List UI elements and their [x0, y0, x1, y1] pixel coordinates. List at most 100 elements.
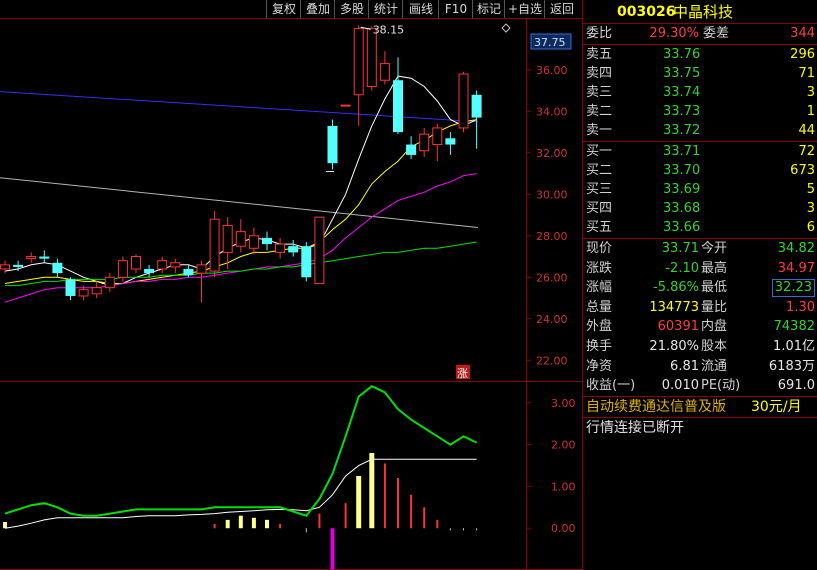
stat-label: 涨幅 [586, 280, 613, 296]
candle-body[interactable] [275, 243, 286, 253]
candle-body[interactable] [419, 133, 430, 152]
bid-volume: 6 [806, 220, 815, 235]
bid-row[interactable]: 买三 33.69 5 [583, 180, 817, 199]
candle-body[interactable] [26, 256, 37, 260]
candle-body[interactable] [340, 104, 351, 107]
bid-price: 33.71 [663, 144, 701, 159]
candle-body[interactable] [196, 264, 207, 274]
ask-row[interactable]: 卖二 33.73 1 [583, 102, 817, 121]
candle-body[interactable] [458, 73, 469, 129]
toolbar-fuquan-button[interactable]: 复权 [266, 0, 301, 18]
ask-label: 卖一 [586, 123, 613, 138]
ask-row[interactable]: 卖四 33.75 71 [583, 64, 817, 83]
toolbar-diejia-button[interactable]: 叠加 [300, 0, 335, 18]
candle-body[interactable] [144, 268, 155, 274]
ask-row[interactable]: 卖五 33.76 296 [583, 45, 817, 64]
promo-banner[interactable]: 自动续费通达信普及版 30元/月 [583, 397, 817, 417]
candle-body[interactable] [52, 262, 63, 274]
stat-value: 0.010 [661, 378, 699, 394]
price-tick-label: 34.00 [536, 105, 568, 118]
candle-body[interactable] [170, 262, 181, 268]
ask-volume: 71 [798, 66, 815, 81]
ask-price: 33.72 [663, 123, 701, 138]
stat-label: 外盘 [586, 319, 613, 335]
bid-volume: 3 [806, 201, 815, 216]
bid-row[interactable]: 买五 33.66 6 [583, 218, 817, 237]
candle-body[interactable] [13, 264, 24, 267]
candle-body[interactable] [235, 231, 246, 247]
weicha-value: 344 [790, 26, 815, 41]
promo-price[interactable]: 30元/月 [751, 397, 802, 417]
connection-status: 行情连接已断开 [586, 420, 684, 436]
candle-body[interactable] [445, 138, 456, 145]
toolbar-tongji-button[interactable]: 统计 [368, 0, 403, 18]
ask-label: 卖四 [586, 66, 613, 81]
candle-body[interactable] [209, 218, 220, 272]
indicator-bar [238, 515, 243, 529]
ma-line-ma5 [4, 75, 477, 287]
status-row: 行情连接已断开 [583, 418, 817, 438]
promo-text[interactable]: 自动续费通达信普及版 [586, 397, 726, 417]
high-price-label: 38.15 [373, 23, 405, 36]
stat-value: -2.10 [665, 260, 699, 276]
indicator-bar [225, 519, 230, 529]
indicator-bar [476, 528, 478, 531]
indicator-bar [356, 476, 362, 529]
price-tick-label: 26.00 [536, 271, 568, 284]
candle-body[interactable] [262, 237, 272, 245]
indicator-bar [265, 519, 269, 529]
diamond-icon[interactable] [501, 23, 511, 33]
candle-body[interactable] [104, 276, 115, 289]
kline-chart[interactable]: 22.00 24.00 26.00 28.00 30.00 32.00 34.00 36.00… [0, 0, 583, 570]
candle-body[interactable] [117, 260, 128, 278]
candle-body[interactable] [131, 256, 141, 270]
candle-body[interactable] [65, 279, 76, 296]
bid-row[interactable]: 买一 33.71 72 [583, 142, 817, 161]
bid-row[interactable]: 买四 33.68 3 [583, 199, 817, 218]
candle-body[interactable] [157, 260, 168, 270]
price-tick-label: 30.00 [536, 188, 568, 201]
stat-value: 6183万 [768, 358, 815, 374]
candle-body[interactable] [91, 287, 102, 295]
candle-body[interactable] [39, 256, 50, 259]
ask-row[interactable]: 卖一 33.72 44 [583, 121, 817, 140]
candle-body[interactable] [379, 63, 390, 81]
candle-body[interactable] [288, 246, 299, 253]
candle-body[interactable] [432, 127, 443, 146]
stat-label: 最低 [701, 280, 728, 296]
toolbar-huaxian-button[interactable]: 画线 [402, 0, 439, 18]
candle-body[interactable] [248, 235, 259, 249]
candle-body[interactable] [393, 80, 403, 133]
stat-label: 总量 [586, 299, 613, 315]
indicator-bar [318, 513, 321, 529]
ask-row[interactable]: 卖三 33.74 3 [583, 83, 817, 102]
candle-body[interactable] [183, 268, 194, 276]
candle-body[interactable] [222, 224, 233, 253]
toolbar-fanhui-button[interactable]: 返回 [544, 0, 579, 18]
candle-body[interactable] [406, 144, 417, 155]
candle-body[interactable] [78, 289, 89, 297]
indicator-bar [436, 519, 439, 529]
indicator-bar [383, 463, 386, 529]
candle-body[interactable] [353, 27, 364, 96]
stat-value: 691.0 [777, 378, 815, 394]
stat-value: 21.80% [649, 339, 699, 354]
price-tick-label: 28.00 [536, 230, 568, 243]
toolbar-duogu-button[interactable]: 多股 [334, 0, 369, 18]
candle-body[interactable] [471, 94, 482, 118]
toolbar-zixuan-button[interactable]: +自选 [504, 0, 545, 18]
toolbar-biaoji-button[interactable]: 标记 [472, 0, 505, 18]
ask-price: 33.73 [663, 104, 701, 119]
ask-price: 33.76 [663, 47, 701, 62]
candle-body[interactable] [366, 27, 377, 87]
indicator-bar [397, 478, 399, 529]
bid-label: 买二 [586, 163, 613, 178]
candle-body[interactable] [301, 246, 312, 278]
candle-body[interactable] [327, 125, 338, 164]
candle-body[interactable] [0, 264, 10, 270]
candle-body[interactable] [314, 216, 325, 285]
stat-value: 1.01亿 [773, 339, 815, 354]
ma-line-ma10 [4, 119, 477, 284]
toolbar-f10-button[interactable]: F10 [438, 0, 473, 18]
bid-row[interactable]: 买二 33.70 673 [583, 161, 817, 180]
